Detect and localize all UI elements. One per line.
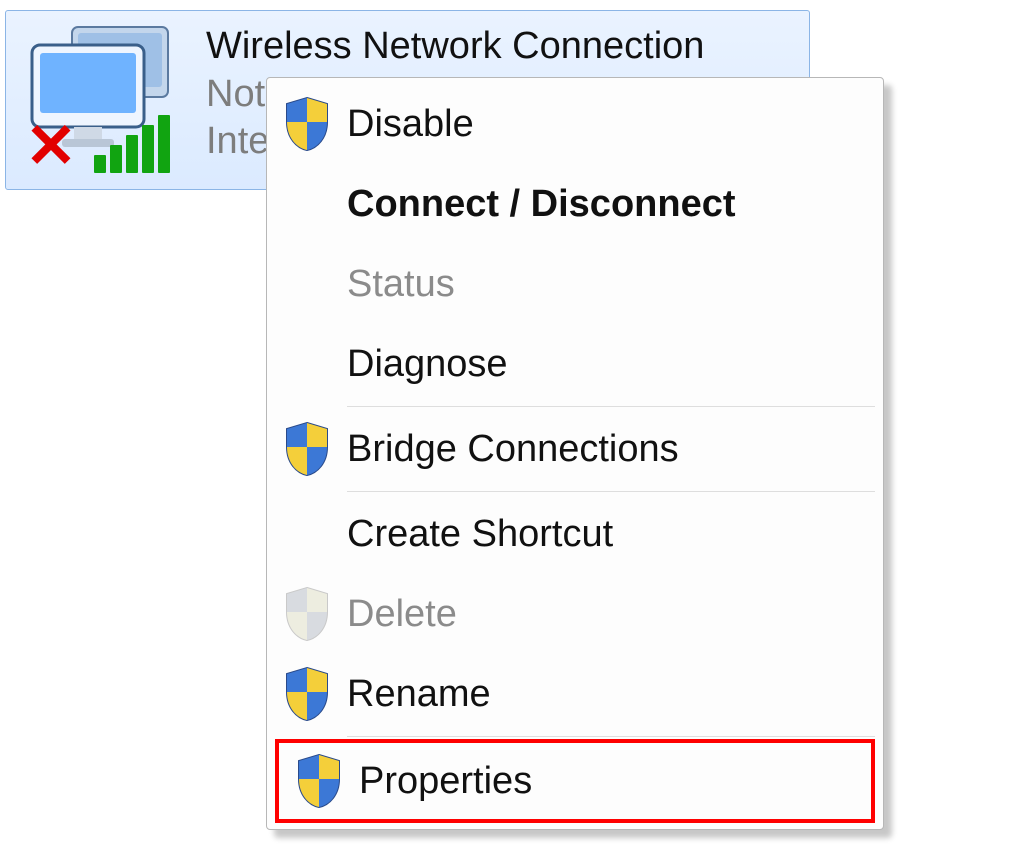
disconnected-x-icon: ✕ (21, 117, 81, 177)
label: Status (347, 263, 455, 306)
label: Rename (347, 673, 491, 716)
context-menu: Disable Connect / Disconnect Status Diag… (266, 77, 884, 830)
label: Bridge Connections (347, 428, 679, 471)
menu-separator (347, 491, 875, 492)
label: Properties (359, 760, 532, 803)
label: Create Shortcut (347, 513, 613, 556)
uac-shield-icon (277, 664, 337, 724)
spacer-icon (277, 254, 337, 314)
menu-item-rename[interactable]: Rename (267, 654, 883, 734)
menu-item-diagnose[interactable]: Diagnose (267, 324, 883, 404)
menu-item-delete: Delete (267, 574, 883, 654)
menu-item-create-shortcut[interactable]: Create Shortcut (267, 494, 883, 574)
label: Delete (347, 593, 457, 636)
label: Disable (347, 103, 474, 146)
uac-shield-icon (277, 584, 337, 644)
highlight-box: Properties (275, 739, 875, 823)
spacer-icon (277, 504, 337, 564)
menu-separator (347, 406, 875, 407)
menu-item-connect-disconnect[interactable]: Connect / Disconnect (267, 164, 883, 244)
signal-bars-icon (94, 115, 170, 173)
menu-item-status: Status (267, 244, 883, 324)
spacer-icon (277, 174, 337, 234)
menu-item-properties[interactable]: Properties (279, 743, 871, 819)
adapter-title: Wireless Network Connection (206, 23, 704, 71)
label: Connect / Disconnect (347, 183, 736, 226)
uac-shield-icon (277, 419, 337, 479)
adapter-icon: ✕ (24, 23, 194, 173)
uac-shield-icon (289, 751, 349, 811)
uac-shield-icon (277, 94, 337, 154)
menu-item-disable[interactable]: Disable (267, 84, 883, 164)
menu-item-bridge-connections[interactable]: Bridge Connections (267, 409, 883, 489)
menu-separator (347, 736, 875, 737)
label: Diagnose (347, 343, 508, 386)
spacer-icon (277, 334, 337, 394)
